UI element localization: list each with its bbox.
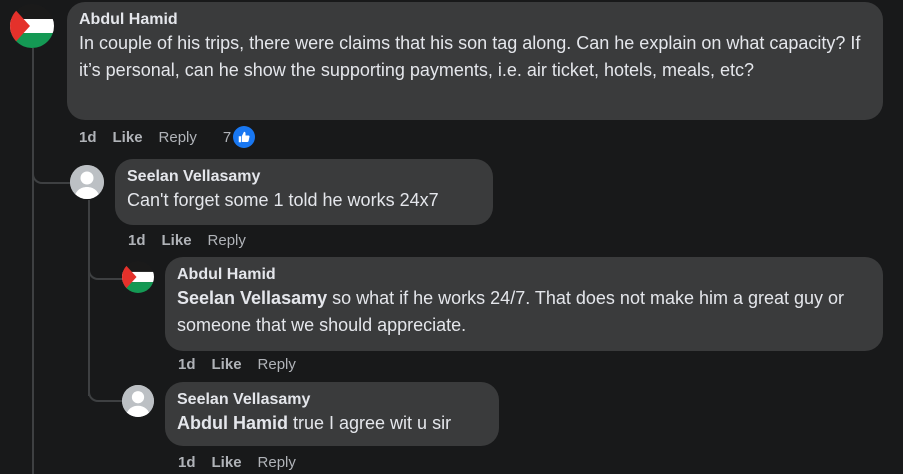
comment-time[interactable]: 1d [79, 129, 97, 146]
palestine-flag-avatar-icon [122, 261, 154, 293]
mention-link[interactable]: Abdul Hamid [177, 413, 288, 433]
comment-actions: 1d Like Reply [128, 229, 262, 251]
thread-elbow-3 [88, 380, 122, 402]
palestine-flag-avatar-icon [10, 4, 54, 48]
comment-time[interactable]: 1d [178, 356, 196, 373]
like-button[interactable]: Like [212, 454, 242, 471]
comment-bubble: Abdul Hamid In couple of his trips, ther… [67, 2, 883, 120]
avatar-seelan-vellasamy[interactable] [70, 165, 104, 199]
comment-text: Abdul Hamid true I agree wit u sir [177, 410, 487, 437]
reply-bubble: Seelan Vellasamy Can't forget some 1 tol… [115, 159, 493, 225]
comment-time[interactable]: 1d [128, 232, 146, 249]
avatar-abdul-hamid[interactable] [122, 261, 154, 293]
reply-bubble: Abdul Hamid Seelan Vellasamy so what if … [165, 257, 883, 351]
comment-author[interactable]: Seelan Vellasamy [177, 390, 487, 410]
comment-text: Can't forget some 1 told he works 24x7 [127, 190, 439, 210]
thread-line-main [32, 48, 34, 474]
comment-time[interactable]: 1d [178, 454, 196, 471]
comment-actions: 1d Like Reply 7 [79, 126, 287, 148]
comment-body: true I agree wit u sir [288, 413, 452, 433]
like-button[interactable]: Like [162, 232, 192, 249]
comment-author[interactable]: Abdul Hamid [177, 265, 871, 285]
reply-button[interactable]: Reply [258, 356, 296, 373]
thread-line-nested [88, 200, 90, 396]
thread-elbow-2 [88, 258, 122, 280]
like-button[interactable]: Like [212, 356, 242, 373]
thread-elbow-1 [32, 160, 70, 184]
reply-button[interactable]: Reply [258, 454, 296, 471]
default-user-avatar-icon [70, 165, 104, 199]
reaction-count: 7 [222, 128, 232, 146]
like-button[interactable]: Like [113, 129, 143, 146]
avatar-seelan-vellasamy[interactable] [122, 385, 154, 417]
reply-button[interactable]: Reply [208, 232, 246, 249]
comment-text: In couple of his trips, there were claim… [79, 33, 861, 80]
default-user-avatar-icon [122, 385, 154, 417]
reply-button[interactable]: Reply [159, 129, 197, 146]
reply-bubble: Seelan Vellasamy Abdul Hamid true I agre… [165, 382, 499, 446]
thumbs-up-icon [233, 126, 256, 148]
reaction-summary[interactable]: 7 [223, 126, 271, 148]
comment-text: Seelan Vellasamy so what if he works 24/… [177, 285, 871, 339]
comment-actions: 1d Like Reply [178, 353, 312, 375]
comment-author[interactable]: Seelan Vellasamy [127, 167, 481, 187]
comment-actions: 1d Like Reply [178, 451, 312, 473]
mention-link[interactable]: Seelan Vellasamy [177, 288, 327, 308]
comment-author[interactable]: Abdul Hamid [79, 10, 871, 30]
avatar-abdul-hamid[interactable] [10, 4, 54, 48]
